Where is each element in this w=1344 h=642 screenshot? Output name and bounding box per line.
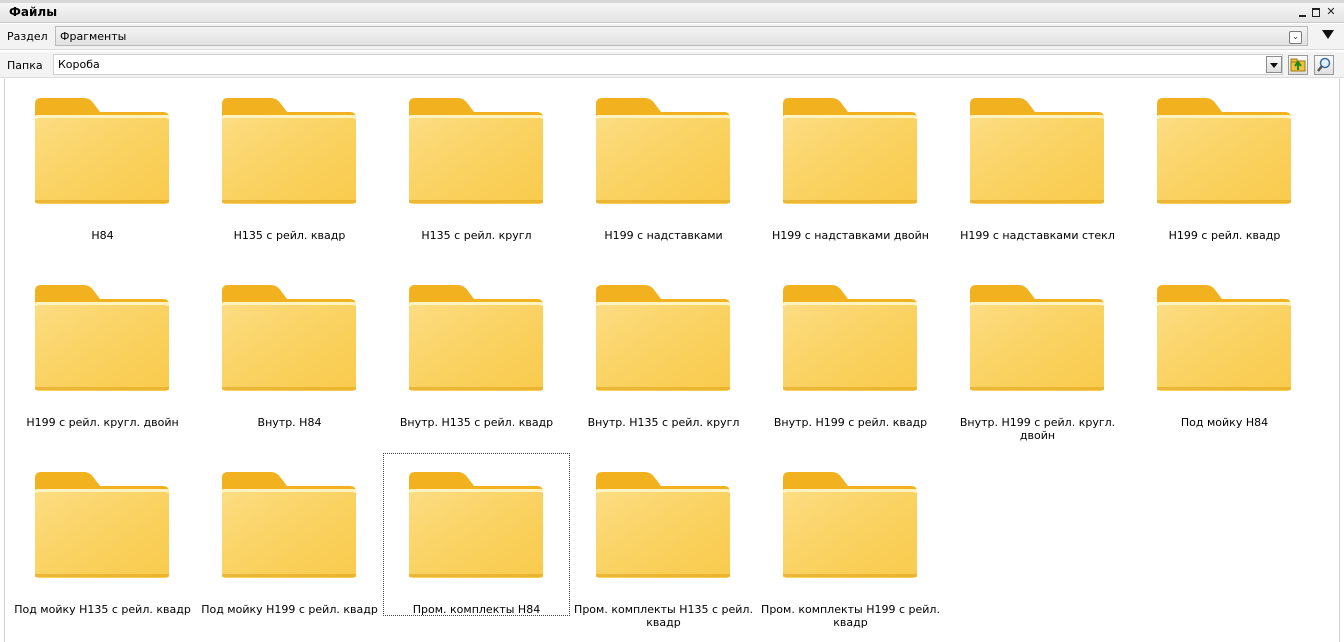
- folder-path-input[interactable]: Короба: [53, 54, 1283, 75]
- folder-icon: [783, 285, 917, 391]
- section-row: Раздел Фрагменты ⌄: [0, 24, 1344, 50]
- folder-item-label: Н135 с рейл. кругл: [421, 229, 532, 242]
- folder-item-label: Н199 с надставками стекл: [960, 229, 1115, 242]
- folder-icon: [596, 472, 730, 578]
- folder-icon: [222, 285, 356, 391]
- folder-item-label: Внутр. Н135 с рейл. кругл: [587, 416, 740, 429]
- folder-up-icon: [1290, 58, 1306, 72]
- panel-title-bar: Файлы ✕: [0, 3, 1344, 23]
- folder-icon: [409, 285, 543, 391]
- folder-icon: [783, 472, 917, 578]
- folder-item-label: Н199 с надставками: [604, 229, 723, 242]
- folder-item-label: Н84: [91, 229, 114, 242]
- folder-icon: [596, 98, 730, 204]
- folder-item[interactable]: Внутр. Н199 с рейл. кругл. двойн: [944, 266, 1131, 442]
- folder-icon: [970, 285, 1104, 391]
- section-value: Фрагменты: [60, 30, 127, 43]
- folder-item-label: Внутр. Н199 с рейл. квадр: [773, 416, 928, 429]
- folder-item-label: Внутр. Н84: [257, 416, 322, 429]
- folder-item-label: Н199 с рейл. квадр: [1168, 229, 1281, 242]
- folder-icon: [783, 98, 917, 204]
- folder-icon: [35, 285, 169, 391]
- folder-item[interactable]: Н135 с рейл. кругл: [383, 79, 570, 242]
- folder-item[interactable]: Пром. комплекты Н135 с рейл. квадр: [570, 453, 757, 629]
- folder-icon: [970, 98, 1104, 204]
- panel-title: Файлы: [9, 5, 58, 19]
- folder-item-label: Под мойку Н135 с рейл. квадр: [14, 603, 191, 616]
- folder-item-label: Н135 с рейл. квадр: [233, 229, 346, 242]
- close-icon[interactable]: ✕: [1325, 6, 1337, 18]
- folder-icon: [1157, 98, 1291, 204]
- folder-item-label: Н199 с рейл. кругл. двойн: [26, 416, 179, 429]
- folder-item-label: Внутр. Н135 с рейл. квадр: [399, 416, 554, 429]
- folder-item[interactable]: Н199 с надставками стекл: [944, 79, 1131, 242]
- folder-icon: [1157, 285, 1291, 391]
- folder-up-button[interactable]: [1288, 55, 1308, 75]
- folder-icon: [35, 98, 169, 204]
- folder-item[interactable]: Под мойку Н84: [1131, 266, 1318, 429]
- folder-item[interactable]: Пром. комплекты Н84: [383, 453, 570, 616]
- folder-item[interactable]: Под мойку Н135 с рейл. квадр: [9, 453, 196, 616]
- folder-icon: [409, 98, 543, 204]
- folder-icon: [222, 472, 356, 578]
- folder-item[interactable]: Н199 с надставками: [570, 79, 757, 242]
- folder-item-label: Пром. комплекты Н84: [412, 603, 541, 616]
- maximize-icon[interactable]: [1310, 6, 1322, 18]
- folder-item[interactable]: Внутр. Н135 с рейл. квадр: [383, 266, 570, 429]
- folder-item-label: Внутр. Н199 с рейл. кругл. двойн: [959, 416, 1116, 442]
- folder-item-label: Н199 с надставками двойн: [771, 229, 929, 242]
- chevron-down-icon[interactable]: ⌄: [1289, 31, 1302, 44]
- folder-item[interactable]: Внутр. Н84: [196, 266, 383, 429]
- search-button[interactable]: [1314, 55, 1334, 75]
- panel-menu-arrow-icon[interactable]: [1322, 30, 1334, 39]
- folder-item[interactable]: Н84: [9, 79, 196, 242]
- folder-icon: [35, 472, 169, 578]
- folder-item-label: Под мойку Н199 с рейл. квадр: [201, 603, 378, 616]
- minimize-icon[interactable]: [1296, 6, 1308, 18]
- folder-label: Папка: [7, 59, 43, 72]
- folder-item[interactable]: Н199 с рейл. кругл. двойн: [9, 266, 196, 429]
- folder-item[interactable]: Н199 с рейл. квадр: [1131, 79, 1318, 242]
- folder-dropdown-button[interactable]: [1266, 56, 1282, 73]
- folder-item[interactable]: Под мойку Н199 с рейл. квадр: [196, 453, 383, 616]
- search-icon: [1317, 57, 1331, 72]
- folder-icon: [596, 285, 730, 391]
- section-label: Раздел: [7, 30, 48, 43]
- folder-item-label: Пром. комплекты Н199 с рейл. квадр: [761, 603, 940, 629]
- folder-item[interactable]: Пром. комплекты Н199 с рейл. квадр: [757, 453, 944, 629]
- section-select[interactable]: Фрагменты ⌄: [55, 26, 1308, 46]
- folder-item-label: Пром. комплекты Н135 с рейл. квадр: [574, 603, 753, 629]
- folder-icon: [222, 98, 356, 204]
- folder-item[interactable]: Внутр. Н199 с рейл. квадр: [757, 266, 944, 429]
- folder-icon: [409, 472, 543, 578]
- folder-item-label: Под мойку Н84: [1180, 416, 1269, 429]
- folder-item[interactable]: Н199 с надставками двойн: [757, 79, 944, 242]
- folder-row: Папка Короба: [0, 52, 1344, 78]
- file-grid: Н84 Н135 с рейл. квадр Н135 с рейл. кругл Н…: [4, 79, 1340, 642]
- folder-item[interactable]: Внутр. Н135 с рейл. кругл: [570, 266, 757, 429]
- folder-path-value: Короба: [58, 58, 100, 71]
- folder-item[interactable]: Н135 с рейл. квадр: [196, 79, 383, 242]
